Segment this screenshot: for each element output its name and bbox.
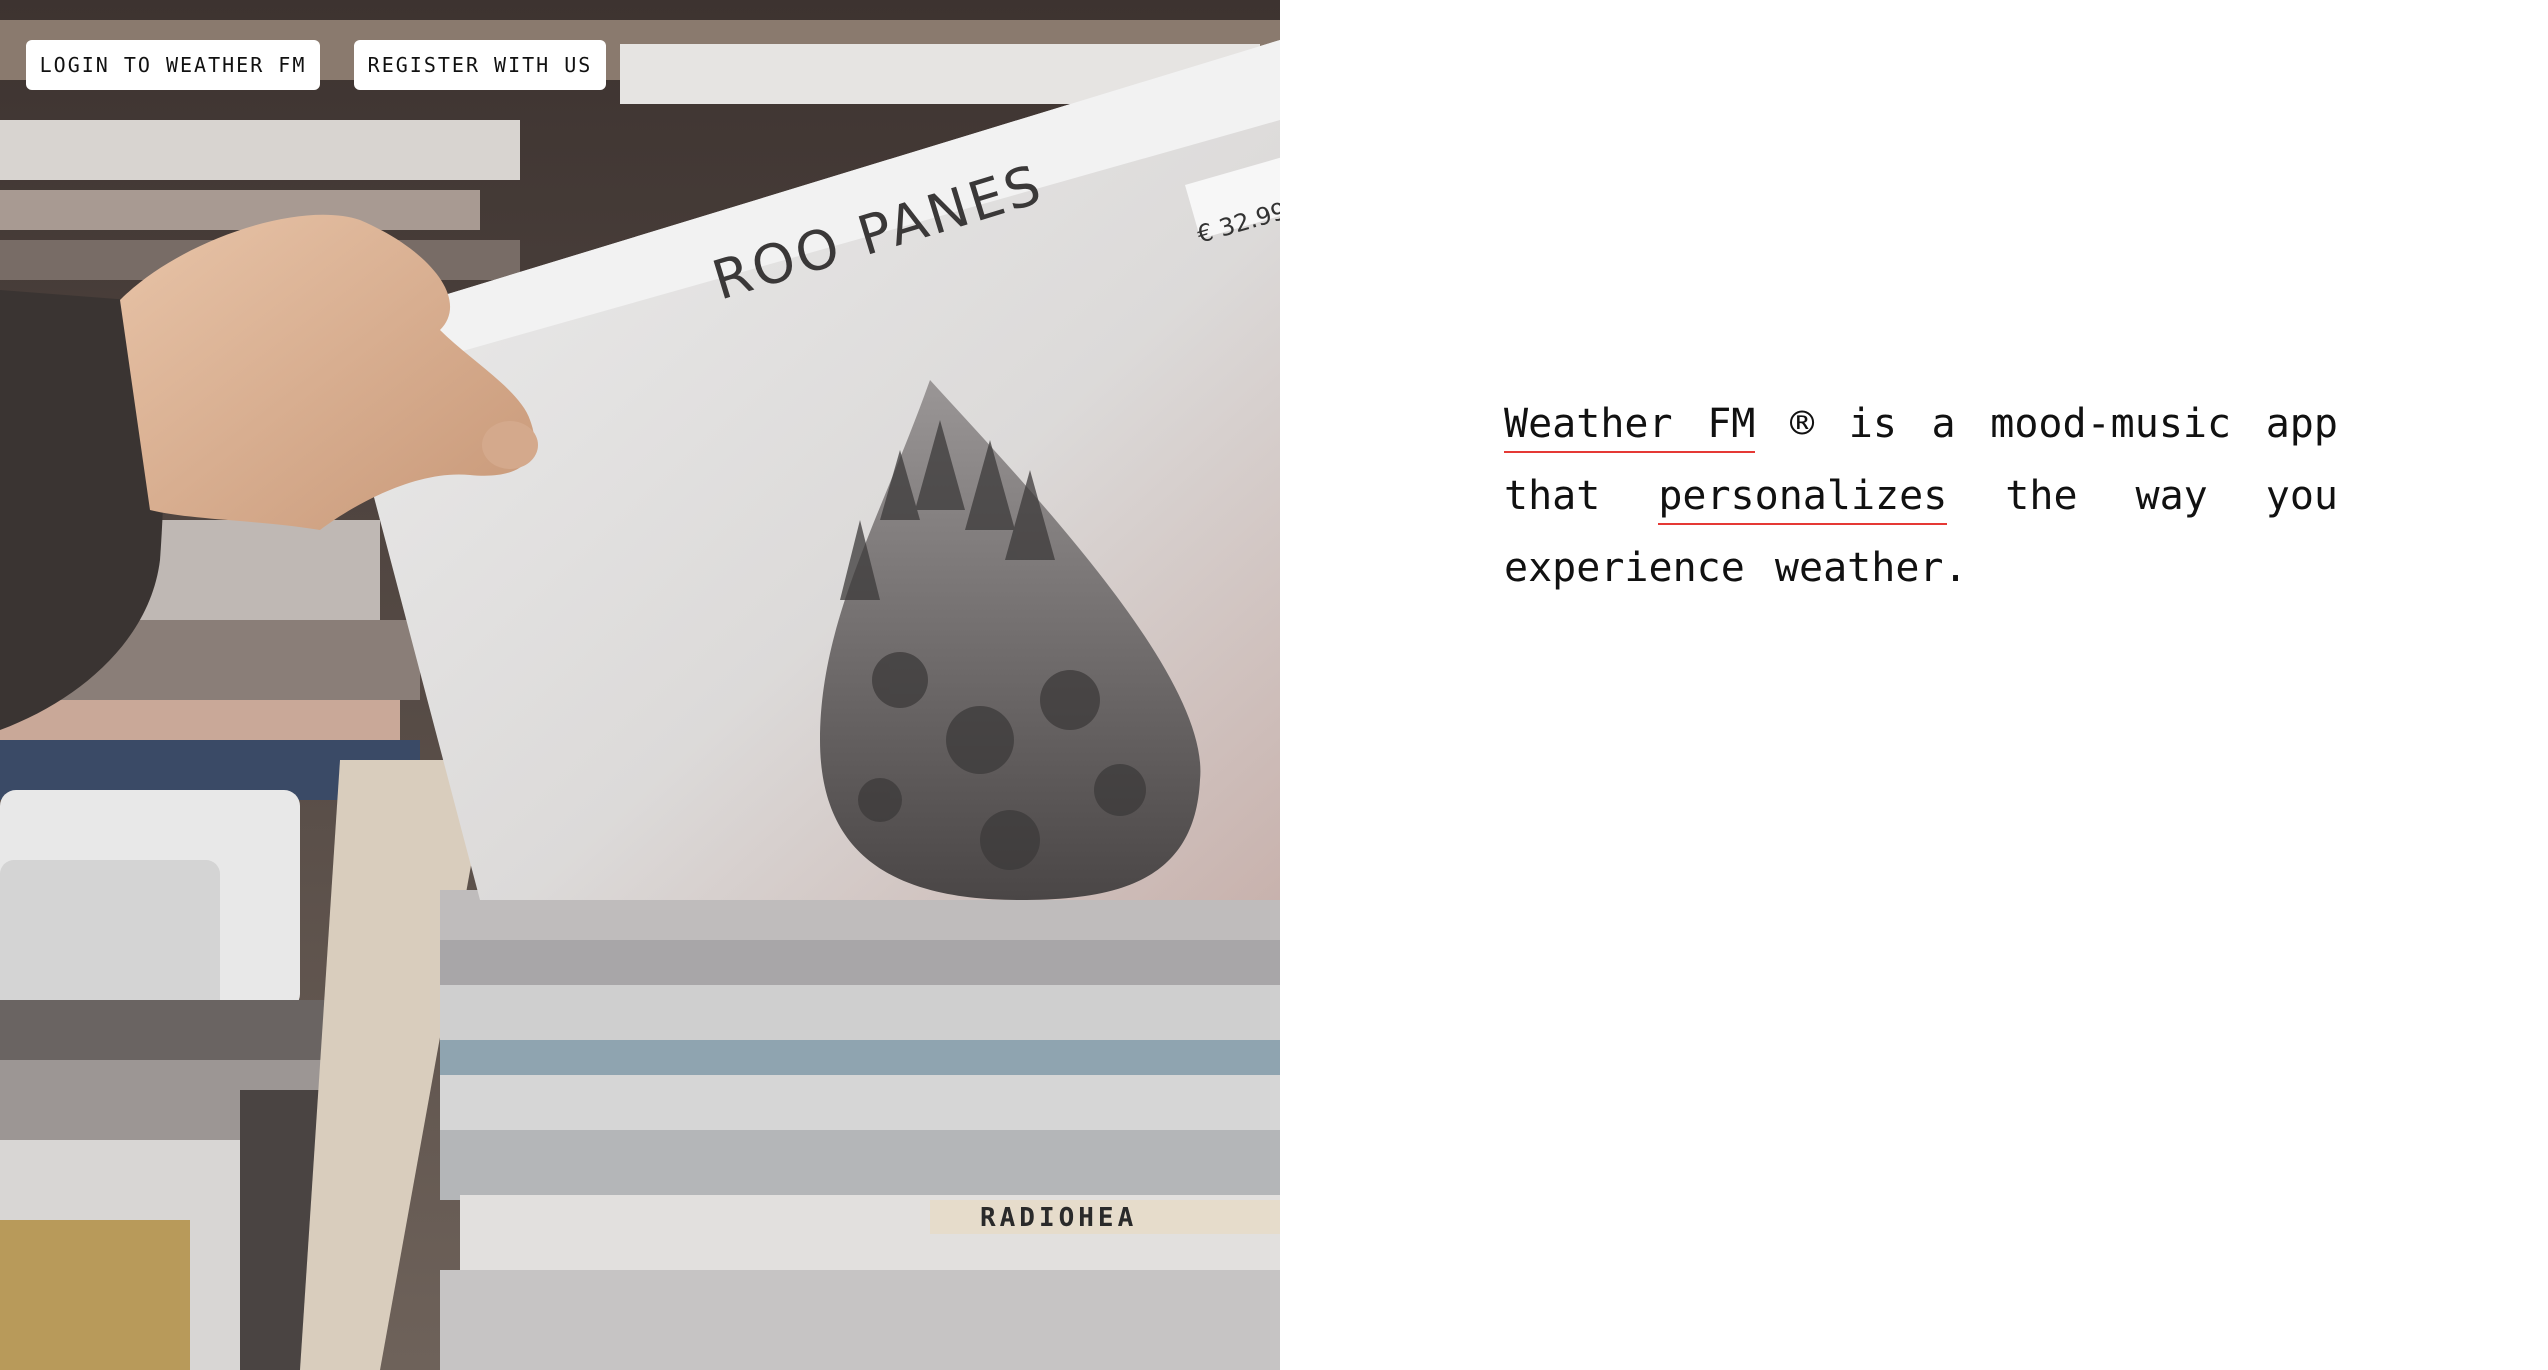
record-crate-illustration: RADIOHEA ROO PANES € 32.99 (0, 0, 1280, 1370)
hero-photo: RADIOHEA ROO PANES € 32.99 (0, 0, 1280, 1370)
registered-mark: ® (1790, 401, 1815, 447)
weather-fm-link[interactable]: Weather FM (1504, 401, 1756, 453)
login-button[interactable]: LOGIN TO WEATHER FM (26, 40, 320, 90)
tagline: Weather FM ® is a mood-music app that pe… (1504, 388, 2338, 604)
personalizes-link[interactable]: personalizes (1658, 473, 1948, 525)
divider-label: RADIOHEA (980, 1203, 1137, 1233)
register-button[interactable]: REGISTER WITH US (354, 40, 606, 90)
